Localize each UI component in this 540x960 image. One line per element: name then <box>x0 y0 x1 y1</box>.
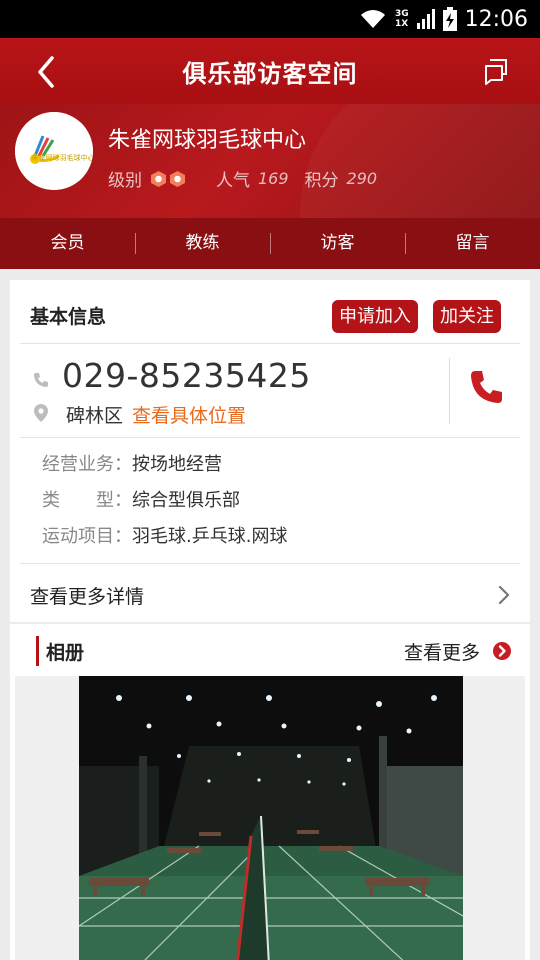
call-button[interactable] <box>468 368 506 406</box>
basic-info-card: 基本信息 申请加入 加关注 029-85235425 碑林区 查看具体位置 经营… <box>10 280 530 622</box>
phone-call-icon <box>471 371 502 403</box>
follow-button[interactable]: 加关注 <box>433 300 501 333</box>
signal-icon <box>416 9 435 29</box>
phone-number[interactable]: 029-85235425 <box>62 356 311 395</box>
level-hexagon-icon <box>151 170 166 187</box>
divider <box>20 343 520 344</box>
detail-type-value: 综合型俱乐部 <box>132 490 240 511</box>
tab-visitors[interactable]: 访客 <box>270 218 405 269</box>
page-title: 俱乐部访客空间 <box>182 60 358 88</box>
club-logo-avatar[interactable]: 朱雀网球羽毛球中心 <box>15 112 93 190</box>
tab-members[interactable]: 会员 <box>0 218 135 269</box>
detail-type-label: 类 型： <box>42 490 132 511</box>
points-label: 积分 <box>304 171 339 191</box>
join-button[interactable]: 申请加入 <box>332 300 418 333</box>
basic-info-title: 基本信息 <box>30 306 107 328</box>
switch-icon <box>485 59 507 85</box>
club-name: 朱雀网球羽毛球中心 <box>108 128 307 153</box>
detail-business: 经营业务：按场地经营 <box>42 450 222 476</box>
detail-business-value: 按场地经营 <box>132 454 222 475</box>
club-profile: 朱雀网球羽毛球中心 朱雀网球羽毛球中心 级别 人气 169 积分 290 <box>0 104 540 218</box>
level-hexagon-icon <box>170 170 185 187</box>
switch-button[interactable] <box>480 54 512 86</box>
tab-coaches[interactable]: 教练 <box>135 218 270 269</box>
detail-type: 类 型：综合型俱乐部 <box>42 486 240 512</box>
divider-hidden <box>20 437 520 438</box>
divider <box>20 563 520 564</box>
clock: 12:06 <box>464 6 528 32</box>
album-title: 相册 <box>46 642 85 664</box>
album-photo-frame <box>15 676 525 960</box>
popularity-value: 169 <box>258 169 289 188</box>
level-label: 级别 <box>108 171 142 191</box>
club-tabs: 会员 教练 访客 留言 <box>0 218 540 269</box>
detail-sports-label: 运动项目： <box>42 526 132 547</box>
level-badges <box>150 170 186 188</box>
status-bar: 3G 1X 12:06 <box>0 0 540 38</box>
popularity-label: 人气 <box>216 171 250 191</box>
location-pin-icon <box>34 404 48 422</box>
phone-icon <box>34 373 48 387</box>
view-location-link[interactable]: 查看具体位置 <box>132 401 246 428</box>
network-3g-label: 3G <box>394 9 409 19</box>
district: 碑林区 <box>66 405 124 427</box>
album-card: 相册 查看更多 <box>10 624 530 960</box>
detail-sports: 运动项目：羽毛球.乒乓球.网球 <box>42 522 287 548</box>
tab-messages[interactable]: 留言 <box>405 218 540 269</box>
album-photo[interactable] <box>79 676 463 960</box>
club-logo-text: 朱雀网球羽毛球中心 <box>32 153 94 162</box>
club-stats: 级别 人气 169 积分 290 <box>108 166 377 191</box>
detail-sports-value: 羽毛球.乒乓球.网球 <box>132 526 288 547</box>
detail-business-label: 经营业务： <box>42 454 132 475</box>
network-1x-label: 1X <box>394 19 409 29</box>
more-details-link[interactable]: 查看更多详情 <box>30 582 144 609</box>
wifi-icon <box>360 10 385 28</box>
album-more-link[interactable]: 查看更多 <box>404 638 480 665</box>
chevron-right-icon[interactable] <box>496 584 512 606</box>
album-title-accent <box>36 636 39 666</box>
app-header: 俱乐部访客空间 <box>0 38 540 104</box>
points-value: 290 <box>346 169 378 188</box>
vertical-divider <box>449 358 450 424</box>
network-type: 3G 1X <box>395 9 409 29</box>
battery-charging-icon <box>442 7 457 31</box>
chevron-circle-right-icon[interactable] <box>492 641 512 661</box>
club-logo: 朱雀网球羽毛球中心 <box>15 112 93 190</box>
